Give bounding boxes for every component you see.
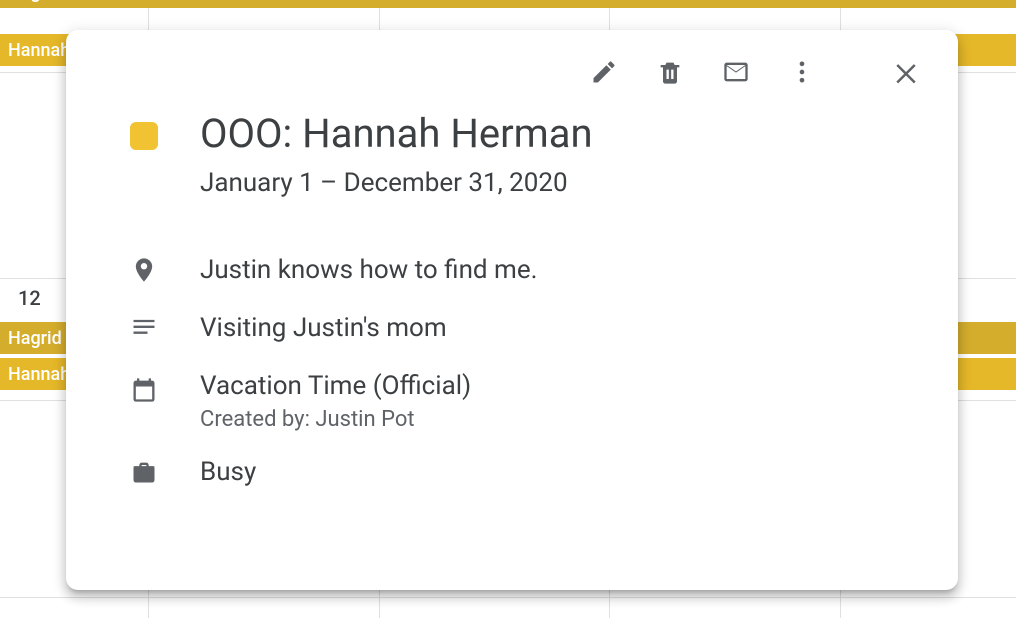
availability-status: Busy [200,456,256,490]
briefcase-icon [130,456,158,486]
event-date-range: January 1 – December 31, 2020 [200,168,922,198]
envelope-icon [722,58,750,90]
popup-toolbar [74,38,950,102]
event-label: Hagrid [8,328,62,349]
close-button[interactable] [882,50,930,98]
event-color-chip [130,122,158,150]
event-details-popup: OOO: Hannah Herman January 1 – December … [66,30,958,590]
edit-button[interactable] [580,50,628,98]
event-label: Hannah [8,364,70,385]
event-title: OOO: Hannah Herman [200,110,922,158]
location-icon [130,254,158,284]
options-button[interactable] [778,50,826,98]
description-icon [130,312,158,342]
email-button[interactable] [712,50,760,98]
delete-button[interactable] [646,50,694,98]
trash-icon [656,58,684,90]
close-icon [891,57,921,91]
event-label: Hagrid [8,0,62,3]
event-label: Hannah [8,40,70,61]
calendar-event[interactable]: Hagrid [0,0,1016,8]
created-by: Created by: Justin Pot [200,407,471,432]
calendar-icon [130,370,158,404]
calendar-name: Vacation Time (Official) [200,370,471,404]
event-location: Justin knows how to find me. [200,254,538,288]
more-vertical-icon [788,58,816,90]
time-label: 12 [18,286,41,310]
event-description: Visiting Justin's mom [200,312,447,346]
pencil-icon [590,58,618,90]
